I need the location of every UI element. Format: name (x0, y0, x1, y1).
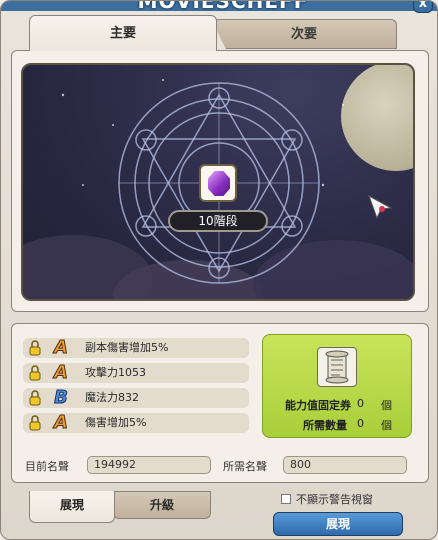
lock-icon[interactable] (29, 390, 41, 406)
required-fame-value: 800 (283, 456, 407, 474)
tab-upgrade[interactable]: 升級 (113, 491, 211, 519)
stat-text: 傷害增加5% (85, 416, 147, 429)
arrow-cursor-icon (368, 194, 393, 220)
current-fame-label: 目前名聲 (25, 460, 69, 473)
warning-checkbox-label: 不顯示警告視窗 (296, 493, 373, 506)
ticket-label: 能力值固定券 (285, 399, 351, 412)
grade-a-icon: A (54, 362, 69, 384)
reveal-button[interactable]: 展現 (273, 512, 403, 536)
required-value: 0 (357, 417, 364, 430)
ticket-value: 0 (357, 397, 364, 410)
lock-icon[interactable] (29, 365, 41, 381)
window-title: MOVIESCHEFF (137, 0, 309, 13)
lock-icon[interactable] (29, 340, 41, 356)
movement-window: MOVIESCHEFF x 次要 主要 10階段 A 副本傷害增加5% A 攻擊… (0, 0, 438, 540)
item-slot[interactable] (199, 164, 237, 202)
tab-reveal[interactable]: 展現 (29, 491, 115, 523)
required-unit: 個 (381, 419, 392, 432)
required-fame-label: 所需名聲 (223, 460, 267, 473)
scroll-icon (317, 347, 357, 387)
stat-row: A 攻擊力1053 (23, 362, 249, 384)
level-label: 10階段 (168, 210, 268, 232)
stat-row: A 傷害增加5% (23, 412, 249, 434)
tab-primary[interactable]: 主要 (29, 15, 217, 51)
tab-secondary[interactable]: 次要 (211, 19, 397, 49)
stat-row: B 魔法力832 (23, 387, 249, 409)
warning-checkbox[interactable] (281, 494, 291, 504)
grade-b-icon: B (54, 387, 69, 409)
ticket-unit: 個 (381, 399, 392, 412)
stat-text: 魔法力832 (85, 391, 139, 404)
close-button[interactable]: x (413, 1, 433, 13)
current-fame-value: 194992 (87, 456, 211, 474)
lock-icon[interactable] (29, 415, 41, 431)
grade-a-icon: A (54, 337, 69, 359)
stat-row: A 副本傷害增加5% (23, 337, 249, 359)
stat-text: 攻擊力1053 (85, 366, 146, 379)
cost-panel: 能力值固定券 0 個 所需數量 0 個 (262, 334, 412, 438)
required-label: 所需數量 (303, 419, 347, 432)
stat-text: 副本傷害增加5% (85, 341, 169, 354)
grade-a-icon: A (54, 412, 69, 434)
purple-gem-icon (208, 171, 230, 196)
